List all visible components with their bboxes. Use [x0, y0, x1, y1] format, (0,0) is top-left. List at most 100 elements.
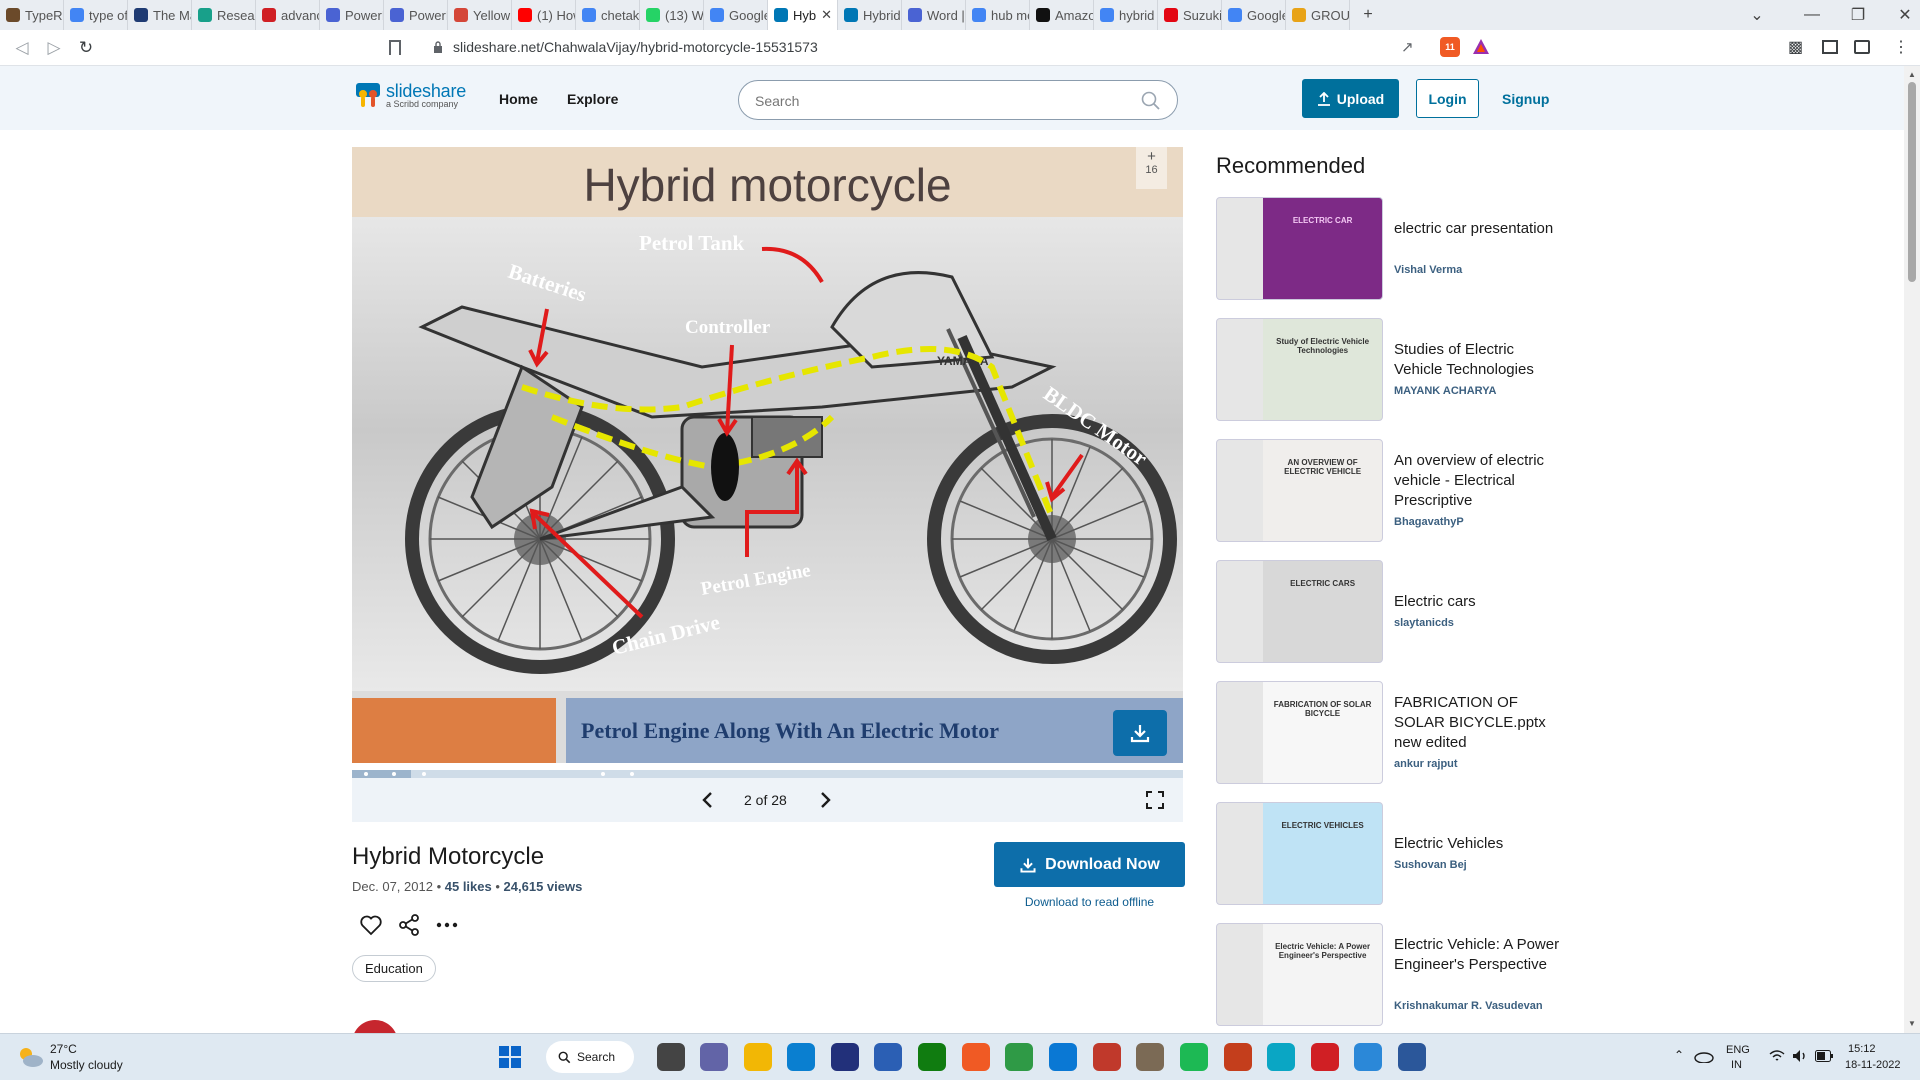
vscode-blue-icon[interactable] [831, 1043, 859, 1071]
browser-tab[interactable]: Hybrid [838, 0, 902, 30]
powerpoint-icon[interactable] [1224, 1043, 1252, 1071]
browser-tab[interactable]: hybrid [1094, 0, 1158, 30]
recommended-title[interactable]: Studies of Electric Vehicle Technologies [1394, 340, 1564, 380]
like-heart-icon[interactable] [359, 913, 383, 937]
clock-date[interactable]: 18-11-2022 [1845, 1059, 1900, 1071]
slide-viewer[interactable]: Hybrid motorcycle YAMAHA Petrol Tank Bat… [352, 147, 1183, 763]
battery-icon[interactable] [1815, 1050, 1833, 1062]
store-icon[interactable] [874, 1043, 902, 1071]
menu-icon[interactable]: ⋮ [1893, 37, 1909, 57]
reload-button[interactable]: ↻ [72, 34, 100, 62]
recommended-item[interactable]: FABRICATION OF SOLAR BICYCLE FABRICATION … [1216, 681, 1556, 785]
page-scrollbar[interactable]: ▲ ▼ [1904, 66, 1920, 1033]
extensions-icon[interactable]: ▩ [1788, 37, 1803, 57]
browser-tab[interactable]: Google [704, 0, 768, 30]
recommended-author[interactable]: ankur rajput [1394, 758, 1458, 770]
spotify-icon[interactable] [1180, 1043, 1208, 1071]
xbox-icon[interactable] [918, 1043, 946, 1071]
taskbar-search[interactable]: Search [546, 1041, 634, 1073]
minimize-icon[interactable]: — [1800, 0, 1824, 30]
recommended-item[interactable]: ELECTRIC VEHICLES Electric Vehicles Sushov… [1216, 802, 1556, 906]
edge-icon[interactable] [787, 1043, 815, 1071]
bookmark-page-icon[interactable] [389, 40, 401, 55]
recommended-author[interactable]: Krishnakumar R. Vasudevan [1394, 1000, 1543, 1012]
teams-chat-icon[interactable] [700, 1043, 728, 1071]
upload-button[interactable]: Upload [1302, 79, 1399, 118]
browser-tab[interactable]: Google [1222, 0, 1286, 30]
task-view-icon[interactable] [657, 1043, 685, 1071]
edge-dev-icon[interactable] [1267, 1043, 1295, 1071]
browser-tab[interactable]: chetak [576, 0, 640, 30]
chevron-up-icon[interactable]: ⌃ [1674, 1048, 1684, 1062]
recommended-thumbnail[interactable]: ELECTRIC CAR [1216, 197, 1383, 300]
recommended-thumbnail[interactable]: FABRICATION OF SOLAR BICYCLE [1216, 681, 1383, 784]
recommended-author[interactable]: BhagavathyP [1394, 516, 1464, 528]
browser-tab[interactable]: PowerP [320, 0, 384, 30]
paint-icon[interactable] [1354, 1043, 1382, 1071]
slide-download-button[interactable] [1113, 710, 1167, 756]
signup-link[interactable]: Signup [1502, 91, 1549, 107]
browser-tab[interactable]: PowerP [384, 0, 448, 30]
sidebar-icon[interactable] [1822, 40, 1838, 54]
recommended-item[interactable]: AN OVERVIEW OF ELECTRIC VEHICLE An overvi… [1216, 439, 1556, 543]
fullscreen-icon[interactable] [1146, 791, 1164, 809]
browser-tab[interactable]: (13) Wh [640, 0, 704, 30]
recommended-thumbnail[interactable]: AN OVERVIEW OF ELECTRIC VEHICLE [1216, 439, 1383, 542]
recommended-author[interactable]: Sushovan Bej [1394, 859, 1467, 871]
new-tab-button[interactable]: + [1350, 0, 1386, 30]
browser-tab[interactable]: Researc [192, 0, 256, 30]
login-button[interactable]: Login [1416, 79, 1479, 118]
file-explorer-icon[interactable] [744, 1043, 772, 1071]
recommended-thumbnail[interactable]: Study of Electric Vehicle Technologies [1216, 318, 1383, 421]
onedrive-icon[interactable] [1694, 1049, 1714, 1063]
document-likes[interactable]: 45 likes [445, 879, 492, 894]
recommended-title[interactable]: FABRICATION OF SOLAR BICYCLE.pptx new ed… [1394, 693, 1564, 753]
search-input[interactable]: Search [738, 80, 1178, 120]
browser-tab[interactable]: Suzuki [1158, 0, 1222, 30]
recommended-title[interactable]: Electric Vehicles [1394, 834, 1564, 854]
browser-tab[interactable]: GROUP [1286, 0, 1350, 30]
share-icon[interactable]: ↗ [1401, 38, 1414, 56]
browser-tab[interactable]: hub mo [966, 0, 1030, 30]
recommended-thumbnail[interactable]: ELECTRIC VEHICLES [1216, 802, 1383, 905]
recommended-item[interactable]: ELECTRIC CARS Electric cars slaytanicds [1216, 560, 1556, 664]
calculator-icon[interactable] [1093, 1043, 1121, 1071]
brave-rewards-icon[interactable] [1472, 38, 1490, 56]
word-icon[interactable] [1398, 1043, 1426, 1071]
previous-slide-icon[interactable] [702, 791, 714, 809]
recommended-title[interactable]: Electric cars [1394, 592, 1564, 612]
browser-tab[interactable]: (1) How [512, 0, 576, 30]
tab-search-icon[interactable]: ⌄ [1745, 0, 1769, 30]
acrobat-icon[interactable] [1311, 1043, 1339, 1071]
recommended-title[interactable]: An overview of electric vehicle - Electr… [1394, 451, 1564, 511]
recommended-author[interactable]: slaytanicds [1394, 617, 1454, 629]
wallet-icon[interactable] [1854, 40, 1870, 54]
recommended-item[interactable]: Study of Electric Vehicle Technologies St… [1216, 318, 1556, 422]
browser-tab[interactable]: Word | [902, 0, 966, 30]
search-icon[interactable] [1141, 91, 1161, 111]
recommended-thumbnail[interactable]: Electric Vehicle: A Power Engineer's Per… [1216, 923, 1383, 1026]
close-window-icon[interactable]: ✕ [1893, 0, 1917, 30]
browser-tab[interactable]: advance [256, 0, 320, 30]
nav-home[interactable]: Home [499, 91, 538, 107]
recommended-author[interactable]: Vishal Verma [1394, 264, 1462, 276]
back-button[interactable]: ◁ [8, 34, 36, 62]
chrome-icon[interactable] [1005, 1043, 1033, 1071]
vscode-icon[interactable] [1049, 1043, 1077, 1071]
volume-icon[interactable] [1792, 1049, 1808, 1063]
slideshare-logo[interactable]: slideshare a Scribd company [355, 81, 466, 109]
download-now-button[interactable]: Download Now [994, 842, 1185, 887]
browser-tab[interactable]: TypeRa [0, 0, 64, 30]
scrollbar-thumb[interactable] [1908, 82, 1916, 282]
url-field[interactable]: slideshare.net/ChahwalaVijay/hybrid-moto… [453, 39, 818, 55]
recommended-title[interactable]: electric car presentation [1394, 219, 1564, 239]
browser-tab[interactable]: Hyb ✕ [768, 0, 838, 30]
recommended-item[interactable]: Electric Vehicle: A Power Engineer's Per… [1216, 923, 1559, 1027]
scroll-down-icon[interactable]: ▼ [1908, 1019, 1916, 1028]
browser-tab[interactable]: Yellow F [448, 0, 512, 30]
recommended-thumbnail[interactable]: ELECTRIC CARS [1216, 560, 1383, 663]
recommended-author[interactable]: MAYANK ACHARYA [1394, 385, 1497, 397]
recommended-item[interactable]: ELECTRIC CAR electric car presentation Vis… [1216, 197, 1556, 301]
browser-tab[interactable]: Amazon [1030, 0, 1094, 30]
scroll-up-icon[interactable]: ▲ [1908, 70, 1916, 79]
